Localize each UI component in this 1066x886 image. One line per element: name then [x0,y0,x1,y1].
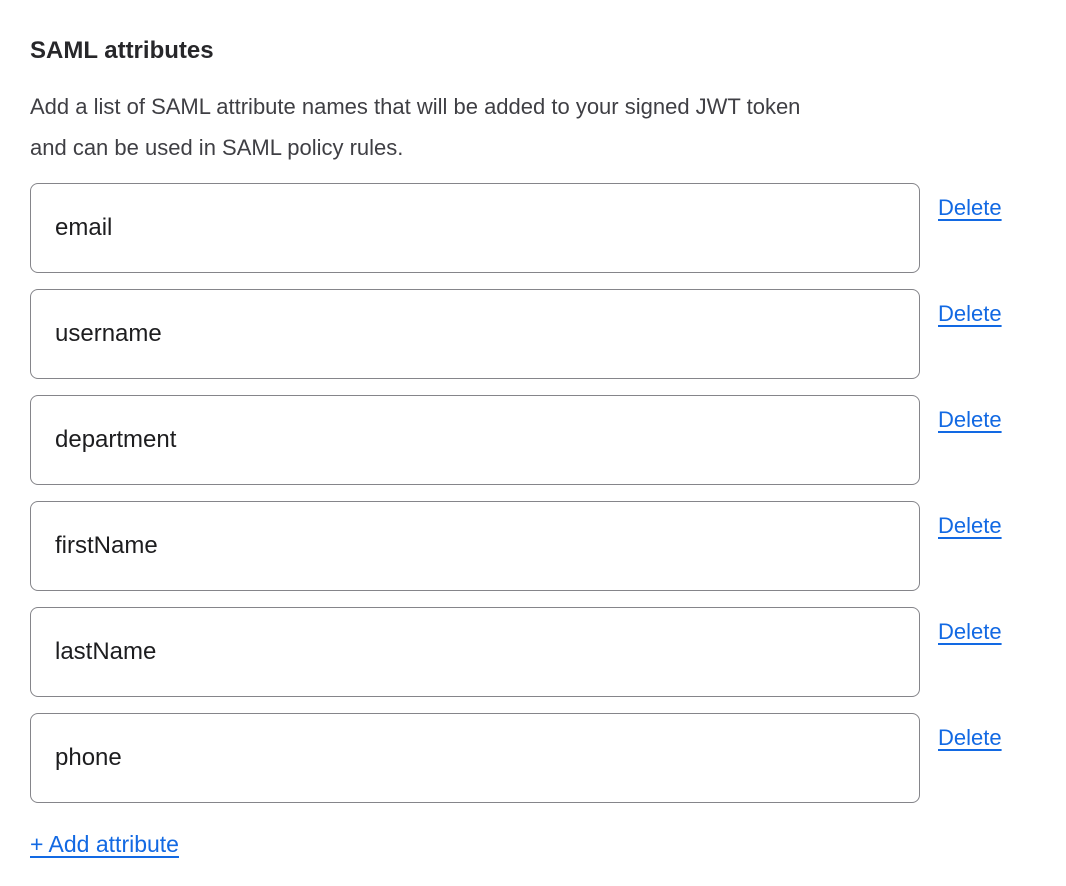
page-description-line-2: and can be used in SAML policy rules. [30,127,1036,168]
delete-link[interactable]: Delete [938,513,1002,539]
attribute-row: Delete [30,713,1036,803]
attribute-row: Delete [30,395,1036,485]
attribute-input[interactable] [30,183,920,273]
page-description: Add a list of SAML attribute names that … [30,86,1036,168]
delete-link[interactable]: Delete [938,195,1002,221]
page-title: SAML attributes [30,36,1036,66]
delete-link[interactable]: Delete [938,725,1002,751]
saml-attributes-section: SAML attributes Add a list of SAML attri… [0,0,1066,858]
page-description-line-1: Add a list of SAML attribute names that … [30,86,1036,127]
delete-link[interactable]: Delete [938,407,1002,433]
attribute-list: Delete Delete Delete Delete Delete Delet… [30,183,1036,803]
attribute-row: Delete [30,501,1036,591]
delete-link[interactable]: Delete [938,619,1002,645]
attribute-row: Delete [30,289,1036,379]
attribute-input[interactable] [30,289,920,379]
attribute-input[interactable] [30,501,920,591]
attribute-input[interactable] [30,607,920,697]
attribute-input[interactable] [30,713,920,803]
attribute-row: Delete [30,183,1036,273]
add-attribute-link[interactable]: + Add attribute [30,831,179,858]
delete-link[interactable]: Delete [938,301,1002,327]
attribute-row: Delete [30,607,1036,697]
attribute-input[interactable] [30,395,920,485]
